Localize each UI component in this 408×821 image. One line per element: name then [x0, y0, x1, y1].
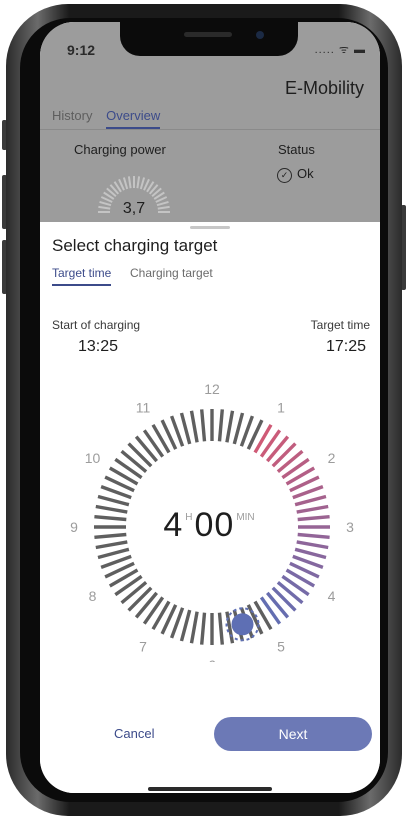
front-camera: [256, 31, 264, 39]
tab-charging-target[interactable]: Charging target: [130, 266, 213, 280]
speaker: [184, 32, 232, 37]
divider: [40, 129, 380, 130]
dial-tick: [294, 547, 327, 560]
hours-unit: H: [185, 512, 193, 523]
dial-hour-label: 5: [277, 639, 285, 655]
gauge-tick: [136, 176, 141, 189]
duration-display: 4 H00 MIN: [40, 506, 380, 545]
dial-tick: [127, 586, 153, 612]
dial-tick: [225, 410, 235, 443]
status-value: ✓ Ok: [277, 166, 314, 183]
dial-tick: [120, 580, 148, 605]
dial-tick: [232, 412, 245, 445]
dial-hour-label: 2: [328, 450, 336, 466]
status-label: Status: [278, 142, 315, 157]
dial-tick: [271, 442, 297, 468]
next-button[interactable]: Next: [214, 717, 372, 751]
dial-tick: [97, 547, 130, 560]
cancel-button[interactable]: Cancel: [114, 726, 154, 741]
dial-hour-label: 7: [139, 639, 147, 655]
status-indicators: ..... ᯤ ▬: [314, 44, 366, 56]
target-time-label: Target time: [310, 318, 370, 332]
dial-tick: [120, 449, 148, 474]
dial-hour-label: 12: [204, 381, 220, 397]
dial-tick: [217, 409, 224, 442]
app-title: E-Mobility: [284, 78, 364, 98]
charging-power-label: Charging power: [74, 142, 166, 157]
dial-hour-label: 6: [208, 657, 216, 662]
dial-hour-label: 4: [328, 588, 336, 604]
screen: 9:12 ..... ᯤ ▬ E-Mobility History Overvi…: [40, 22, 380, 793]
duration-minutes: 00: [194, 506, 235, 544]
sheet-drag-handle[interactable]: [190, 226, 230, 229]
dial-tick: [179, 412, 192, 445]
sheet-title: Select charging target: [52, 236, 218, 255]
dial-hour-label: 10: [85, 450, 101, 466]
dial-tick: [189, 611, 199, 644]
start-of-charging-label: Start of charging: [52, 318, 141, 332]
status-text: Ok: [297, 166, 314, 181]
notch: [120, 22, 298, 56]
phone-frame: 9:12 ..... ᯤ ▬ E-Mobility History Overvi…: [0, 0, 408, 821]
tab-history[interactable]: History: [52, 108, 92, 123]
dial-tick: [225, 611, 235, 644]
dial-hour-label: 8: [89, 588, 97, 604]
dial-tick: [134, 591, 159, 619]
dial-tick: [200, 612, 207, 645]
charging-power-value: 3,7: [122, 200, 146, 217]
dial-tick: [265, 591, 290, 619]
dial-tick: [127, 442, 153, 468]
status-time: 9:12: [67, 42, 96, 58]
dial-tick: [265, 435, 290, 463]
time-dial[interactable]: 121234567891011: [40, 342, 380, 662]
dial-tick: [179, 609, 192, 642]
gauge-tick: [139, 177, 146, 190]
gauge-tick: [122, 177, 129, 190]
gauge-tick: [127, 176, 132, 189]
dial-hour-label: 1: [277, 400, 285, 416]
dial-tick: [217, 612, 224, 645]
dial-handle[interactable]: [231, 613, 254, 636]
tab-overview[interactable]: Overview: [106, 108, 161, 129]
background-tabs: History Overview: [52, 108, 170, 129]
tab-target-time[interactable]: Target time: [52, 266, 112, 286]
dial-tick: [134, 435, 159, 463]
dial-tick: [200, 409, 207, 442]
dial-tick: [271, 586, 297, 612]
home-indicator: [148, 787, 272, 791]
dial-tick: [189, 410, 199, 443]
dial-tick: [276, 449, 304, 474]
duration-hours: 4: [163, 506, 184, 544]
dial-tick: [276, 580, 304, 605]
charging-target-sheet: Select charging target Target time Charg…: [40, 222, 380, 793]
dial-hour-label: 11: [136, 400, 151, 416]
minutes-unit: MIN: [236, 512, 255, 523]
dial-tick: [97, 494, 130, 507]
dial-tick: [294, 494, 327, 507]
checkmark-icon: ✓: [277, 168, 292, 183]
